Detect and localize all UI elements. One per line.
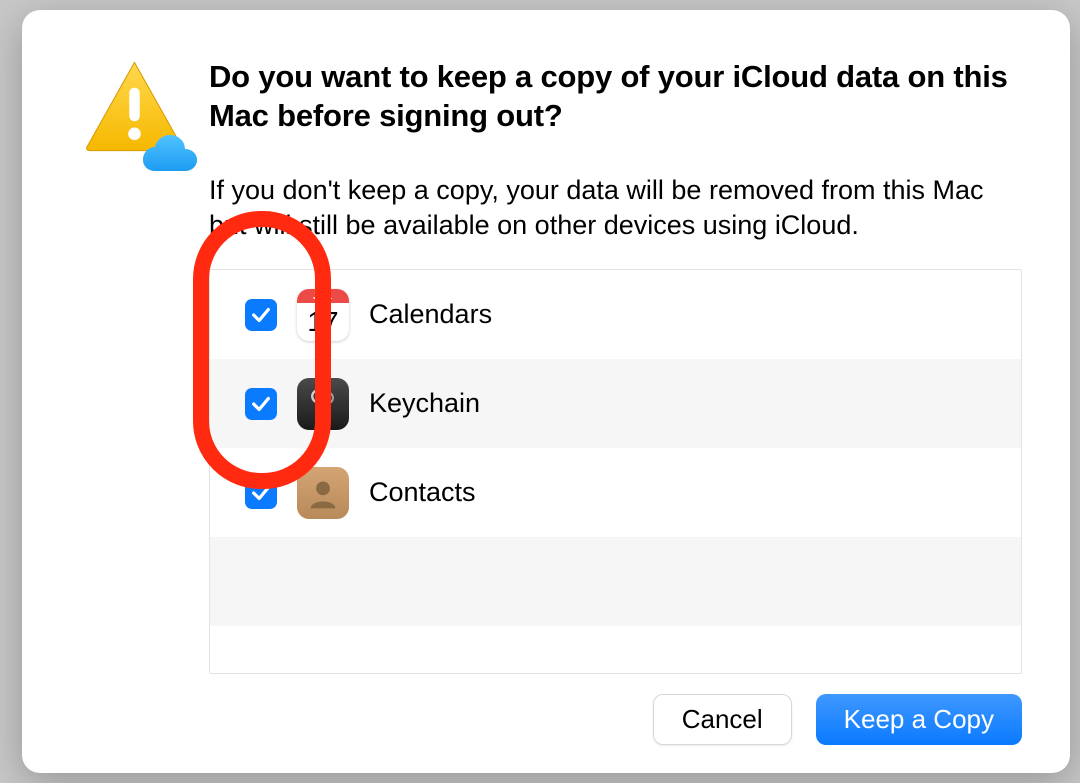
list-item-calendars: JUL 17 Calendars	[210, 270, 1021, 359]
calendar-month: JUL	[297, 289, 349, 303]
data-items-list: JUL 17 Calendars Keychain	[209, 269, 1022, 674]
dialog-icon	[82, 58, 187, 163]
dialog-buttons: Cancel Keep a Copy	[82, 674, 1022, 745]
signout-dialog: Do you want to keep a copy of your iClou…	[22, 10, 1070, 773]
dialog-header: Do you want to keep a copy of your iClou…	[82, 58, 1022, 163]
list-item-label: Contacts	[369, 477, 476, 508]
checkbox-contacts[interactable]	[245, 477, 277, 509]
checkbox-calendars[interactable]	[245, 299, 277, 331]
person-icon	[303, 473, 343, 513]
list-item-label: Keychain	[369, 388, 480, 419]
keys-icon	[303, 384, 343, 424]
list-item-empty	[210, 626, 1021, 674]
icloud-icon	[141, 133, 199, 173]
list-item-contacts: Contacts	[210, 448, 1021, 537]
list-item-label: Calendars	[369, 299, 492, 330]
checkmark-icon	[250, 304, 272, 326]
contacts-app-icon	[297, 467, 349, 519]
calendar-day: 17	[307, 303, 338, 341]
checkbox-keychain[interactable]	[245, 388, 277, 420]
list-item-keychain: Keychain	[210, 359, 1021, 448]
keychain-app-icon	[297, 378, 349, 430]
checkmark-icon	[250, 393, 272, 415]
dialog-subtitle: If you don't keep a copy, your data will…	[209, 173, 1022, 243]
dialog-title: Do you want to keep a copy of your iClou…	[209, 58, 1022, 136]
keep-copy-button[interactable]: Keep a Copy	[816, 694, 1022, 745]
calendar-app-icon: JUL 17	[297, 289, 349, 341]
cancel-button[interactable]: Cancel	[653, 694, 792, 745]
checkmark-icon	[250, 482, 272, 504]
list-item-empty	[210, 537, 1021, 626]
